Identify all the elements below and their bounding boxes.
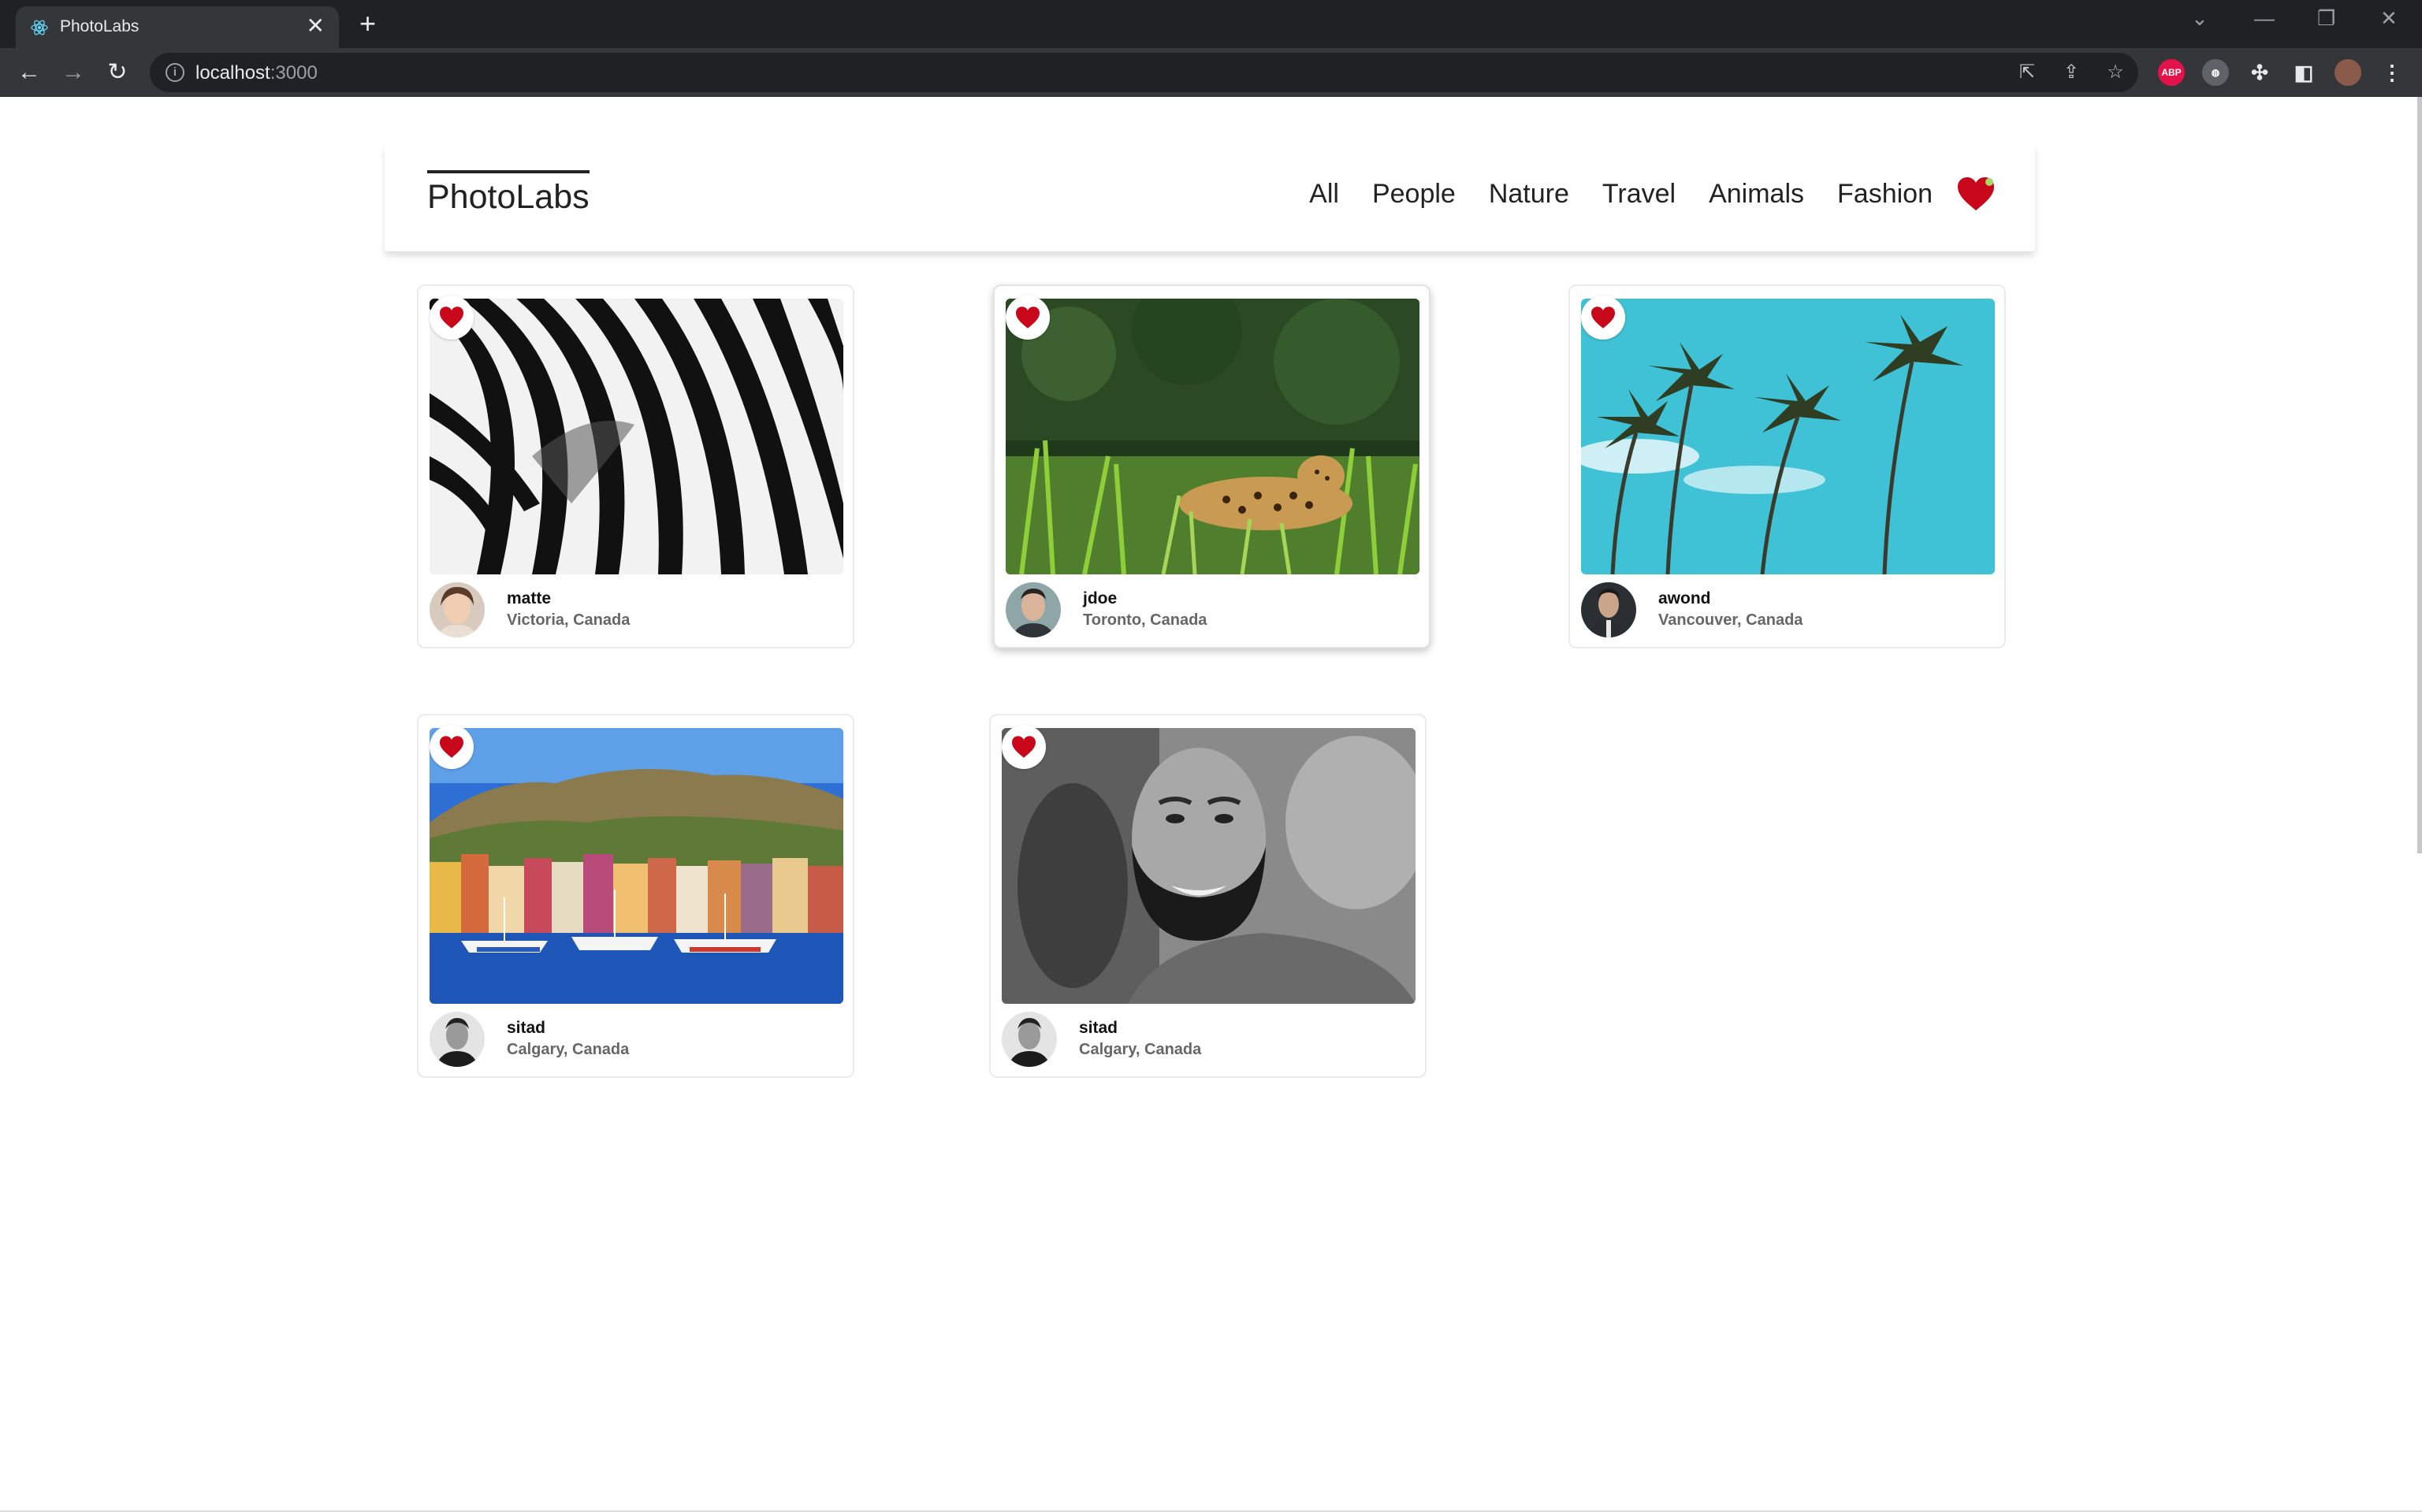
browser-tab-strip: PhotoLabs ✕ + ⌄ — ❐ ✕ (0, 0, 2422, 48)
user-avatar-image (430, 582, 485, 637)
url-text[interactable]: localhost:3000 (195, 62, 318, 84)
heart-icon (1012, 736, 1036, 758)
top-navigation-bar: PhotoLabs All People Nature Travel Anima… (385, 144, 2035, 251)
photo-zebra[interactable] (430, 299, 843, 574)
back-icon[interactable]: ← (16, 59, 43, 86)
photo-jaguar[interactable] (1006, 299, 1419, 574)
photo-location: Vancouver, Canada (1658, 611, 1803, 629)
adblock-extension-icon[interactable]: ABP (2158, 59, 2185, 86)
avatar[interactable] (1581, 582, 1636, 637)
bookmark-star-icon[interactable]: ☆ (2104, 61, 2126, 84)
palm-trees-image (1581, 299, 1995, 574)
photo-card[interactable]: jdoe Toronto, Canada (993, 284, 1431, 648)
photo-card[interactable]: sitad Calgary, Canada (417, 714, 854, 1078)
page-content: PhotoLabs All People Nature Travel Anima… (0, 97, 2422, 1512)
side-panel-icon[interactable]: ◧ (2290, 59, 2317, 86)
forward-icon[interactable]: → (60, 59, 87, 86)
jaguar-image (1006, 299, 1419, 574)
avatar[interactable] (1002, 1012, 1057, 1067)
extension-globe-icon[interactable]: ◍ (2202, 59, 2229, 86)
restore-icon[interactable]: ❐ (2317, 6, 2335, 31)
react-favicon-icon (31, 20, 48, 35)
site-info-icon[interactable]: i (166, 63, 184, 82)
page-scrollbar[interactable] (2417, 97, 2422, 853)
extensions-puzzle-icon[interactable]: ✣ (2246, 59, 2273, 86)
close-window-icon[interactable]: ✕ (2380, 6, 2398, 31)
photo-location: Calgary, Canada (507, 1041, 630, 1058)
favourite-button[interactable] (1002, 725, 1046, 769)
browser-tab[interactable]: PhotoLabs ✕ (16, 6, 339, 48)
tab-title: PhotoLabs (60, 17, 140, 35)
topic-all[interactable]: All (1309, 179, 1339, 210)
topic-people[interactable]: People (1372, 179, 1456, 210)
topic-fashion[interactable]: Fashion (1837, 179, 1933, 210)
user-avatar-image (1006, 582, 1061, 637)
photo-card[interactable]: awond Vancouver, Canada (1568, 284, 2006, 648)
open-in-app-icon[interactable]: ⇱ (2016, 61, 2038, 84)
favourite-button[interactable] (1006, 295, 1050, 340)
topic-nature[interactable]: Nature (1489, 179, 1569, 210)
app-logo[interactable]: PhotoLabs (427, 170, 590, 217)
heart-icon (440, 736, 463, 758)
profile-avatar-icon[interactable] (2335, 59, 2361, 86)
photo-username: sitad (1079, 1019, 1118, 1037)
portrait-image (1002, 728, 1416, 1004)
photo-card[interactable]: sitad Calgary, Canada (989, 714, 1427, 1078)
user-avatar-image (1002, 1012, 1057, 1067)
photo-username: sitad (507, 1019, 546, 1037)
photo-location: Calgary, Canada (1079, 1041, 1202, 1058)
favourite-button[interactable] (430, 295, 474, 340)
photo-portrait[interactable] (1002, 728, 1416, 1004)
topic-list: All People Nature Travel Animals Fashion (1309, 179, 1933, 210)
new-tab-icon[interactable]: + (359, 9, 376, 38)
user-avatar-image (1581, 582, 1636, 637)
photo-palm-trees[interactable] (1581, 299, 1995, 574)
photo-username: matte (507, 589, 552, 607)
reload-icon[interactable]: ↻ (104, 59, 131, 86)
photo-location: Toronto, Canada (1083, 611, 1207, 629)
share-icon[interactable]: ⇪ (2060, 61, 2082, 84)
topic-travel[interactable]: Travel (1602, 179, 1676, 210)
close-tab-icon[interactable]: ✕ (307, 15, 325, 37)
photo-username: jdoe (1083, 589, 1118, 607)
harbour-image (430, 728, 843, 1004)
favourite-button[interactable] (430, 725, 474, 769)
browser-menu-icon[interactable]: ⋮ (2379, 59, 2405, 86)
tab-search-icon[interactable]: ⌄ (2191, 6, 2208, 31)
user-avatar-image (430, 1012, 485, 1067)
photo-username: awond (1658, 589, 1711, 607)
zebra-image (430, 299, 843, 574)
favourite-button[interactable] (1581, 295, 1625, 340)
address-bar[interactable]: i localhost:3000 ⇱ ⇪ ☆ (150, 53, 2138, 92)
heart-icon (440, 306, 463, 329)
heart-icon (1591, 306, 1615, 329)
avatar[interactable] (430, 1012, 485, 1067)
photo-location: Victoria, Canada (507, 611, 631, 629)
avatar[interactable] (430, 582, 485, 637)
topic-animals[interactable]: Animals (1709, 179, 1804, 210)
photo-harbour[interactable] (430, 728, 843, 1004)
browser-toolbar: ← → ↻ i localhost:3000 ⇱ ⇪ ☆ ABP ◍ ✣ ◧ ⋮ (0, 48, 2422, 97)
photo-card[interactable]: matte Victoria, Canada (417, 284, 854, 648)
minimize-icon[interactable]: — (2254, 6, 2275, 31)
favourites-heart-icon[interactable] (1956, 176, 1996, 212)
avatar[interactable] (1006, 582, 1061, 637)
heart-icon (1016, 306, 1040, 329)
